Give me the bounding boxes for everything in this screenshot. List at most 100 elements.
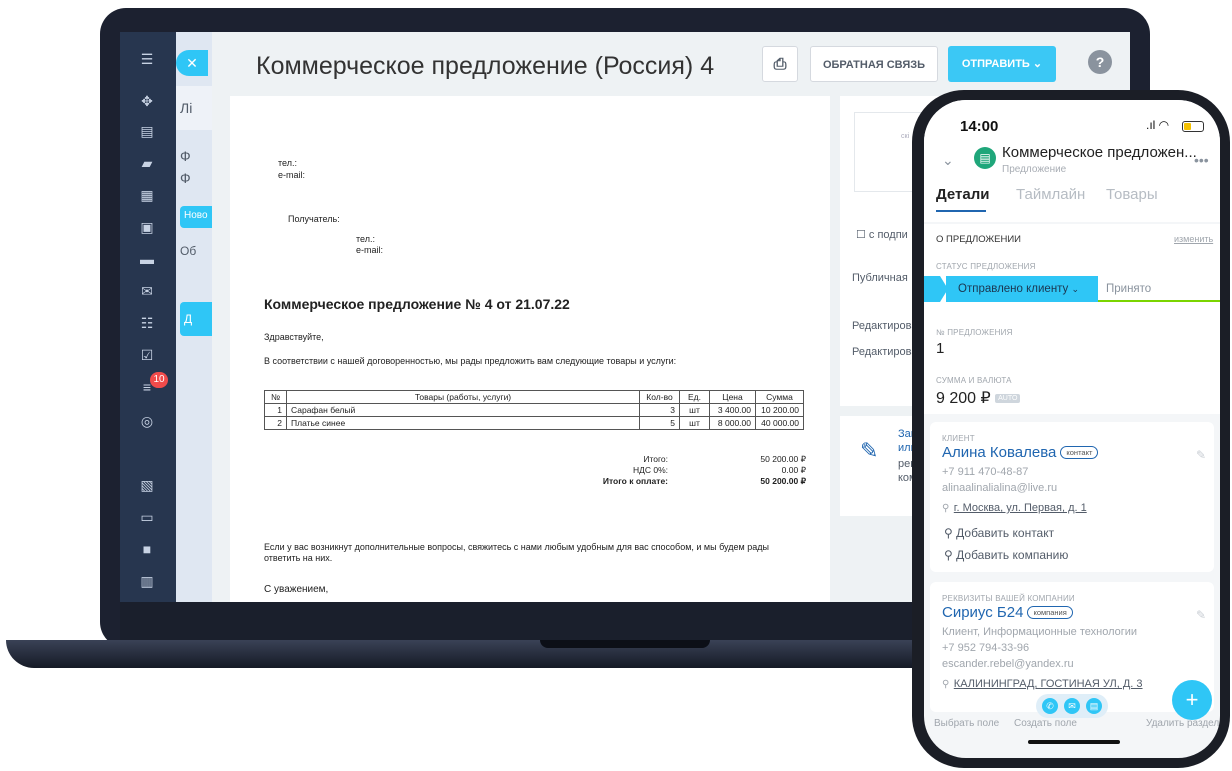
client-name-row: Алина Ковалева контакт [942,444,1099,462]
company-phone[interactable]: +7 952 794-33-96 [942,642,1029,654]
location-pin-icon: ⚲ [942,503,950,514]
send-button[interactable]: ОТПРАВИТЬ ⌄ [948,46,1056,82]
phone-call-icon[interactable]: ✆ [1042,698,1058,714]
tab-timeline[interactable]: Таймлайн [1016,186,1085,203]
pencil-icon[interactable]: ✎ [1196,448,1206,462]
more-icon[interactable]: ••• [1194,152,1209,168]
store-icon[interactable]: ▧ [138,478,156,492]
tasks-icon[interactable]: ▦ [138,188,156,202]
drive-icon[interactable]: ▬ [138,252,156,266]
intro-text: В соответствии с нашей договоренностью, … [264,356,677,366]
table-header-cell: Кол-во [639,390,680,404]
contacts-icon[interactable]: ☷ [138,316,156,330]
client-address[interactable]: г. Москва, ул. Первая, д. 1 [954,502,1087,514]
help-icon[interactable]: ? [1088,50,1112,74]
client-email[interactable]: alinaalinalialina@live.ru [942,482,1057,494]
greeting-text: Здравствуйте, [264,332,324,342]
close-slider-button[interactable]: ✕ [176,50,208,76]
feedback-button[interactable]: ОБРАТНАЯ СВЯЗЬ [810,46,938,82]
document-heading: Коммерческое предложение № 4 от 21.07.22 [264,296,570,312]
status-current-stage[interactable]: Отправлено клиенту ⌄ [946,276,1111,302]
sender-tel-label: тел.: [278,158,297,168]
building-icon[interactable]: ▥ [138,574,156,588]
document-icon[interactable]: ▣ [138,220,156,234]
company-address-row: ⚲ КАЛИНИНГРАД, ГОСТИНАЯ УЛ, Д. 3 [942,674,1143,692]
recipient-email-label: e-mail: [356,245,384,255]
regards-text: С уважением, [264,584,329,595]
chevron-down-icon[interactable]: ⌄ [942,152,954,169]
company-address[interactable]: КАЛИНИНГРАД, ГОСТИНАЯ УЛ, Д. 3 [954,678,1143,690]
phone-subtitle: Предложение [1002,164,1067,175]
add-company-action[interactable]: ⚲ Добавить компанию [944,548,1068,562]
device-mockup: ☰ ✥ ▤ ▰ ▦ ▣ ▬ ✉ ☷ ☑ ≡ 10 ◎ ▧ ▭ ■ ▥ Лі Ф … [0,0,1232,771]
table-header-cell: Цена [709,390,756,404]
edit-link-1[interactable]: Редактирова [852,320,917,332]
active-tab-indicator [936,210,986,212]
location-pin-icon: ⚲ [942,679,950,690]
chat-icon[interactable]: ▤ [1086,698,1102,714]
home-indicator [1028,740,1120,744]
items-table: № Товары (работы, услуги) Кол-во Ед. Цен… [264,390,804,430]
tab-products[interactable]: Товары [1106,186,1158,203]
table-cell: 3 [639,403,680,417]
document-icon: ▤ [974,147,996,169]
notification-badge: 10 [150,372,168,388]
offer-details-card: О ПРЕДЛОЖЕНИИ изменить СТАТУС ПРЕДЛОЖЕНИ… [924,224,1220,414]
public-link-label: Публичная [852,272,908,284]
status-pipeline-start [924,276,948,302]
chevron-down-icon: ⌄ [1071,284,1080,294]
company-chip: компания [1027,606,1073,620]
totals-values: 50 200.00 ₽ 0.00 ₽ 50 200.00 ₽ [730,454,806,487]
edit-section-link[interactable]: изменить [1174,234,1213,244]
left-nav-rail: ☰ ✥ ▤ ▰ ▦ ▣ ▬ ✉ ☷ ☑ ≡ 10 ◎ ▧ ▭ ■ ▥ [120,32,176,602]
mail-icon[interactable]: ✉ [138,284,156,298]
client-phone[interactable]: +7 911 470-48-87 [942,466,1028,478]
company-card: РЕКВИЗИТЫ ВАШЕЙ КОМПАНИИ Сириус Б24 компа… [930,582,1214,712]
sign-checkbox-label: с подпи [868,229,908,241]
select-field-link[interactable]: Выбрать поле [934,718,999,729]
totals-labels: Итого: НДС 0%: Итого к оплате: [560,454,668,487]
company-name-row: Сириус Б24 компания [942,604,1073,622]
company-email[interactable]: escander.rebel@yandex.ru [942,658,1074,670]
table-header-cell: Ед. [679,390,710,404]
recipient-label: Получатель: [288,214,340,224]
table-cell: Сарафан белый [286,403,640,417]
client-address-row: ⚲ г. Москва, ул. Первая, д. 1 [942,498,1087,516]
pencil-icon[interactable]: ✎ [1196,608,1206,622]
delete-section-link[interactable]: Удалить раздел [1146,718,1219,729]
sign-checkbox[interactable]: ☐ с подпи [856,228,908,241]
bag-icon[interactable]: ▭ [138,510,156,524]
company-name-link[interactable]: Сириус Б24 [942,604,1023,621]
page-title: Коммерческое предложение (Россия) 4 [256,52,715,80]
phone-screen: 14:00 .ıl ◠ ⌄ ▤ Коммерческое предложен..… [924,100,1220,758]
status-time: 14:00 [960,118,999,135]
create-field-link[interactable]: Создать поле [1014,718,1077,729]
amount-field-label: СУММА И ВАЛЮТА [936,376,1012,385]
subtotal-value: 50 200.00 ₽ [760,454,806,464]
document-preview: тел.: e-mail: Получатель: тел.: e-mail: … [230,96,830,602]
edit-document-icon: ✎ [860,438,879,463]
status-next-stage[interactable]: Принято [1098,276,1220,302]
sitemap-icon[interactable]: ✥ [138,94,156,108]
laptop-notch [540,640,710,648]
amount-field-value: 9 200 ₽ AUTO [936,388,1021,408]
target-icon[interactable]: ◎ [138,414,156,428]
add-fab-button[interactable]: + [1172,680,1212,720]
tab-details[interactable]: Детали [936,186,989,203]
auto-badge: AUTO [995,394,1021,404]
calendar-icon[interactable]: ▤ [138,124,156,138]
table-header-cell: Сумма [755,390,804,404]
print-button[interactable]: ⎙ [762,46,798,82]
section-title: О ПРЕДЛОЖЕНИИ [936,234,1022,245]
sender-email-label: e-mail: [278,170,306,180]
menu-icon[interactable]: ☰ [138,52,156,66]
checklist-icon[interactable]: ☑ [138,348,156,362]
company-field-label: РЕКВИЗИТЫ ВАШЕЙ КОМПАНИИ [942,594,1075,603]
client-name-link[interactable]: Алина Ковалева [942,444,1056,461]
table-cell: 8 000.00 [709,416,756,430]
chat-icon[interactable]: ▰ [138,156,156,170]
edit-link-2[interactable]: Редактирова [852,346,917,358]
add-contact-action[interactable]: ⚲ Добавить контакт [944,526,1054,540]
box-icon[interactable]: ■ [138,542,156,556]
mail-icon[interactable]: ✉ [1064,698,1080,714]
